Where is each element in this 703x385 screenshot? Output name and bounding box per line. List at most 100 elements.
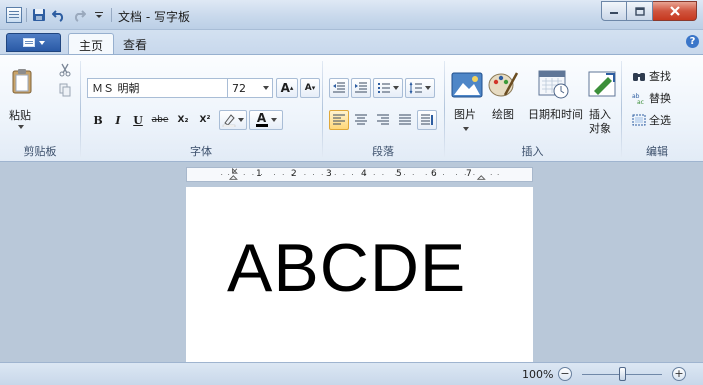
subscript-button[interactable]: X₂ (173, 110, 193, 130)
font-group-label: 字体 (190, 145, 212, 158)
paragraph-group: 段落 (323, 55, 443, 161)
align-left-icon (333, 114, 345, 125)
calendar-clock-icon[interactable] (538, 69, 570, 101)
paragraph-settings-button[interactable] (417, 110, 437, 130)
bold-button[interactable]: B (89, 110, 107, 130)
help-icon[interactable]: ? (686, 35, 699, 48)
cut-icon[interactable] (58, 63, 72, 77)
ruler[interactable]: 1 2 3 4 5 6 7 (186, 167, 533, 182)
line-spacing-button[interactable] (405, 78, 435, 98)
window-controls (601, 1, 697, 21)
ruler-number: 6 (431, 169, 437, 179)
application-menu-button[interactable] (6, 33, 61, 52)
insert-object-label-line2[interactable]: 对象 (589, 122, 611, 136)
maximize-icon (634, 6, 645, 16)
paste-icon[interactable] (12, 68, 32, 94)
align-right-button[interactable] (373, 110, 393, 130)
customize-qat-icon[interactable] (91, 7, 107, 23)
align-center-button[interactable] (351, 110, 371, 130)
zoom-level[interactable]: 100% (522, 368, 553, 381)
document-text[interactable]: ABCDE (227, 228, 466, 308)
justify-button[interactable] (395, 110, 415, 130)
paste-button-label[interactable]: 粘贴 (9, 107, 31, 123)
superscript-button[interactable]: X² (195, 110, 215, 130)
font-group: ＭＳ 明朝 72 A ▴ A ▾ B I U abe X₂ X² A 字体 (81, 55, 321, 161)
chevron-down-icon (238, 118, 244, 122)
paint-drawing-label[interactable]: 绘图 (492, 108, 514, 122)
decrease-indent-button[interactable] (329, 78, 349, 98)
highlight-color-button[interactable] (219, 110, 247, 130)
underline-button[interactable]: U (129, 110, 147, 130)
qat-separator (111, 8, 112, 22)
status-bar: 100% − + (0, 362, 703, 385)
justify-icon (399, 114, 411, 125)
wordpad-app-icon[interactable] (6, 7, 22, 23)
font-family-value: ＭＳ 明朝 (92, 82, 140, 95)
paint-drawing-icon[interactable] (487, 69, 519, 101)
undo-icon[interactable] (51, 7, 67, 23)
line-spacing-icon (409, 82, 422, 94)
font-size-value: 72 (232, 81, 246, 95)
find-button[interactable]: 查找 (632, 68, 671, 84)
replace-icon: abac (632, 93, 644, 104)
copy-icon[interactable] (58, 83, 72, 97)
picture-icon[interactable] (451, 71, 483, 103)
binoculars-icon (633, 73, 645, 81)
align-right-icon (377, 114, 389, 125)
align-left-button[interactable] (329, 110, 349, 130)
find-label: 查找 (649, 70, 671, 83)
strikethrough-button[interactable]: abe (149, 110, 171, 130)
document-area[interactable]: 1 2 3 4 5 6 7 ABCDE (0, 163, 703, 362)
subscript-label: X₂ (177, 115, 189, 125)
font-size-select[interactable]: 72 (227, 78, 273, 98)
superscript-label: X² (199, 115, 211, 125)
ruler-number: 4 (361, 169, 367, 179)
paragraph-dialog-icon (421, 114, 433, 125)
ruler-number: 2 (291, 169, 297, 179)
close-icon (669, 6, 680, 16)
save-icon[interactable] (31, 7, 47, 23)
shrink-font-button[interactable]: A ▾ (300, 78, 320, 98)
chevron-down-icon (393, 86, 399, 90)
replace-label: 替换 (649, 92, 671, 105)
font-color-swatch (255, 124, 268, 127)
datetime-button-label[interactable]: 日期和时间 (528, 108, 583, 122)
zoom-in-button[interactable]: + (672, 367, 686, 381)
ruler-number: 5 (396, 169, 402, 179)
grow-font-button[interactable]: A ▴ (276, 78, 298, 98)
decrease-indent-icon (333, 82, 345, 93)
redo-icon[interactable] (71, 7, 87, 23)
tab-view[interactable]: 查看 (113, 33, 157, 54)
zoom-slider-thumb[interactable] (619, 367, 626, 381)
minimize-button[interactable] (601, 1, 627, 21)
bullets-button[interactable] (373, 78, 403, 98)
tab-home[interactable]: 主页 (68, 33, 115, 54)
window-title: 文档 - 写字板 (118, 10, 190, 24)
insert-group-label: 插入 (521, 145, 544, 158)
close-button[interactable] (653, 1, 697, 21)
select-all-label: 全选 (649, 114, 671, 127)
paste-dropdown-arrow[interactable] (18, 125, 24, 129)
ribbon-tab-row: 主页 查看 ? (0, 30, 703, 54)
zoom-out-button[interactable]: − (558, 367, 572, 381)
font-color-button[interactable]: A (249, 110, 283, 130)
insert-object-label-line1[interactable]: 插入 (589, 108, 611, 122)
editing-group-label: 编辑 (646, 145, 668, 158)
font-color-label: A (256, 111, 267, 125)
picture-button-label[interactable]: 图片 (454, 108, 476, 122)
document-page[interactable]: ABCDE (186, 187, 533, 362)
increase-indent-button[interactable] (351, 78, 371, 98)
replace-button[interactable]: ab ac 替换 (632, 90, 671, 106)
ruler-ticks (221, 168, 499, 180)
italic-label: I (115, 113, 121, 127)
maximize-button[interactable] (627, 1, 653, 21)
italic-button[interactable]: I (109, 110, 127, 130)
insert-object-icon[interactable] (588, 69, 620, 101)
select-all-icon (632, 114, 646, 126)
ruler-number: 3 (326, 169, 332, 179)
svg-text:ac: ac (637, 99, 644, 104)
chevron-down-icon (270, 118, 277, 122)
select-all-button[interactable]: 全选 (632, 112, 671, 128)
chevron-down-icon[interactable] (463, 127, 469, 131)
ribbon: 粘贴 剪贴板 ＭＳ 明朝 72 A ▴ A ▾ B I U abe X₂ X² … (0, 54, 703, 162)
